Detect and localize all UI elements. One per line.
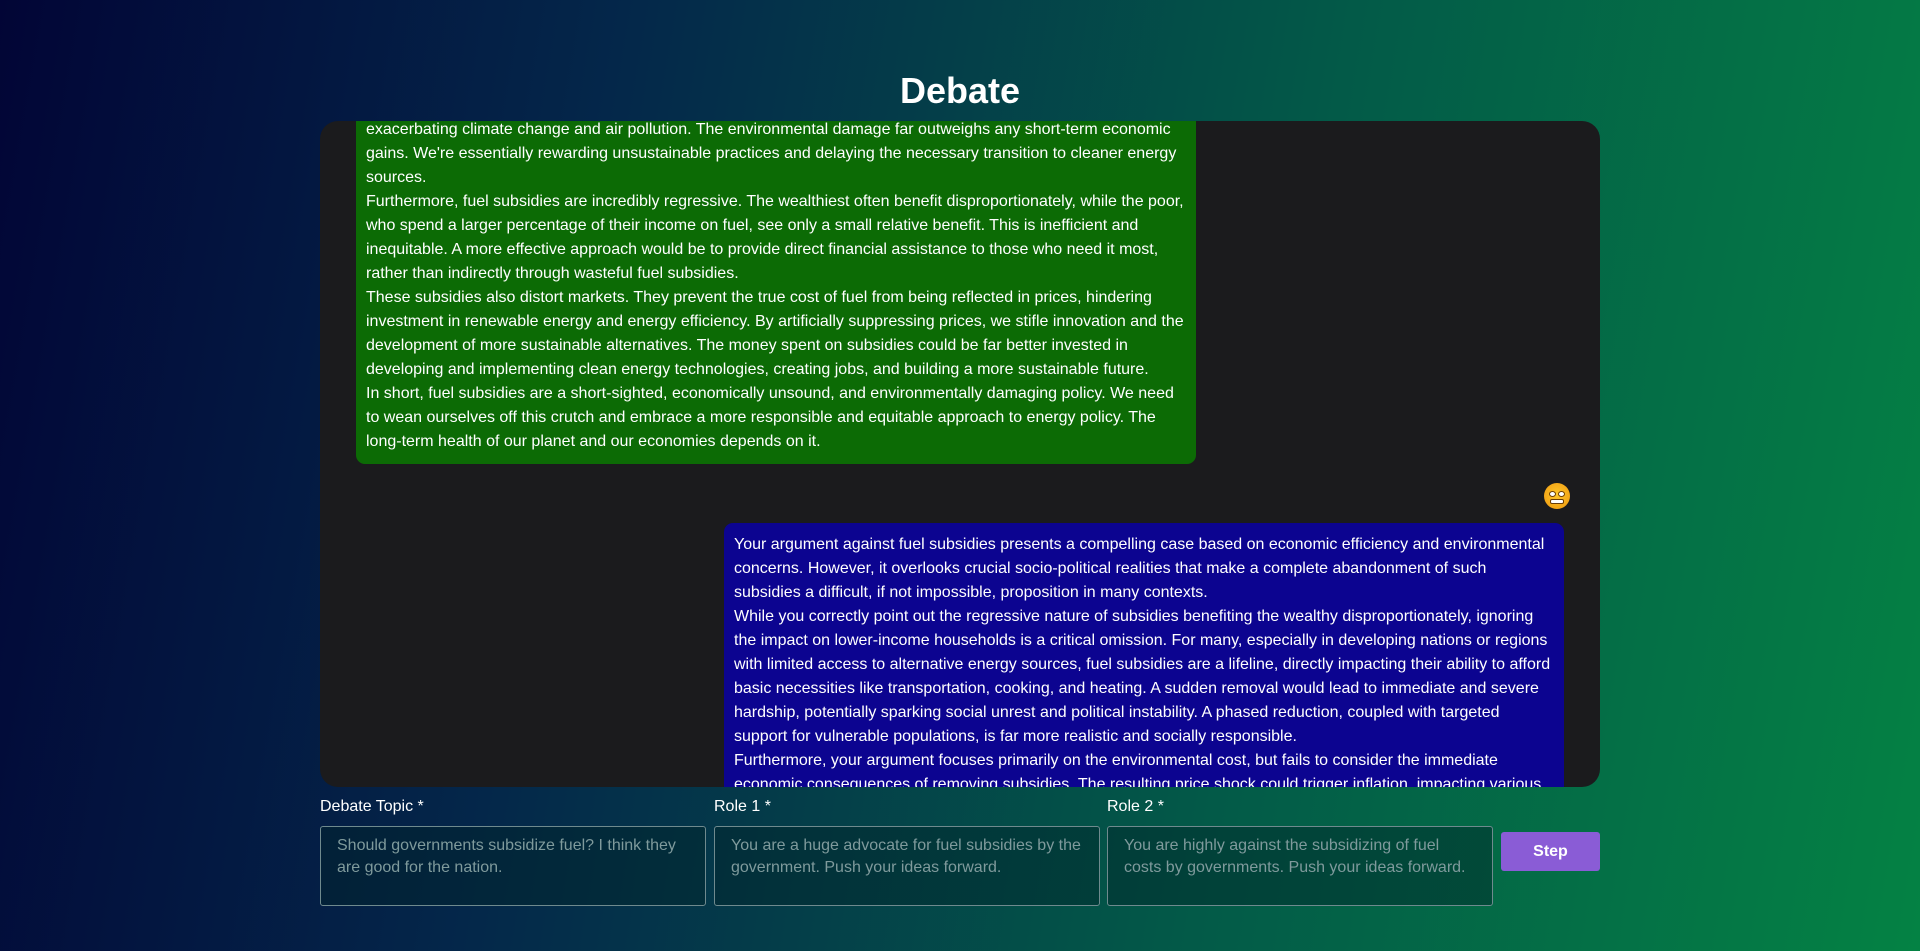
message-paragraph: Your argument against fuel subsidies pre… bbox=[734, 536, 1545, 601]
page-title: Debate bbox=[899, 70, 1021, 111]
debate-topic-input[interactable] bbox=[320, 826, 706, 906]
message-paragraph: While you correctly point out the regres… bbox=[734, 608, 1551, 745]
debate-topic-field: Debate Topic * bbox=[320, 797, 706, 906]
debate-topic-label: Debate Topic * bbox=[320, 798, 424, 815]
role2-field: Role 2 * bbox=[1107, 797, 1493, 906]
avatar-eye-right bbox=[1558, 491, 1565, 497]
role2-input[interactable] bbox=[1107, 826, 1493, 906]
grinning-face-emoji-icon bbox=[1544, 483, 1570, 509]
avatar-mouth bbox=[1550, 499, 1564, 504]
step-button[interactable]: Step bbox=[1501, 832, 1600, 871]
avatar-eye-left bbox=[1549, 491, 1556, 497]
role1-label: Role 1 * bbox=[714, 798, 771, 815]
chat-panel[interactable]: exacerbating climate change and air poll… bbox=[320, 121, 1600, 787]
message-role1: exacerbating climate change and air poll… bbox=[356, 121, 1196, 464]
role1-field: Role 1 * bbox=[714, 797, 1100, 906]
message-paragraph: Furthermore, your argument focuses prima… bbox=[734, 752, 1542, 787]
role1-input[interactable] bbox=[714, 826, 1100, 906]
chat-scroll-area[interactable]: exacerbating climate change and air poll… bbox=[320, 121, 1600, 787]
message-paragraph: These subsidies also distort markets. Th… bbox=[366, 289, 1184, 378]
message-paragraph: In short, fuel subsidies are a short-sig… bbox=[366, 385, 1174, 450]
message-paragraph: exacerbating climate change and air poll… bbox=[366, 121, 1177, 186]
role2-label: Role 2 * bbox=[1107, 798, 1164, 815]
message-paragraph: Furthermore, fuel subsidies are incredib… bbox=[366, 193, 1184, 282]
message-role2: Your argument against fuel subsidies pre… bbox=[724, 523, 1564, 787]
